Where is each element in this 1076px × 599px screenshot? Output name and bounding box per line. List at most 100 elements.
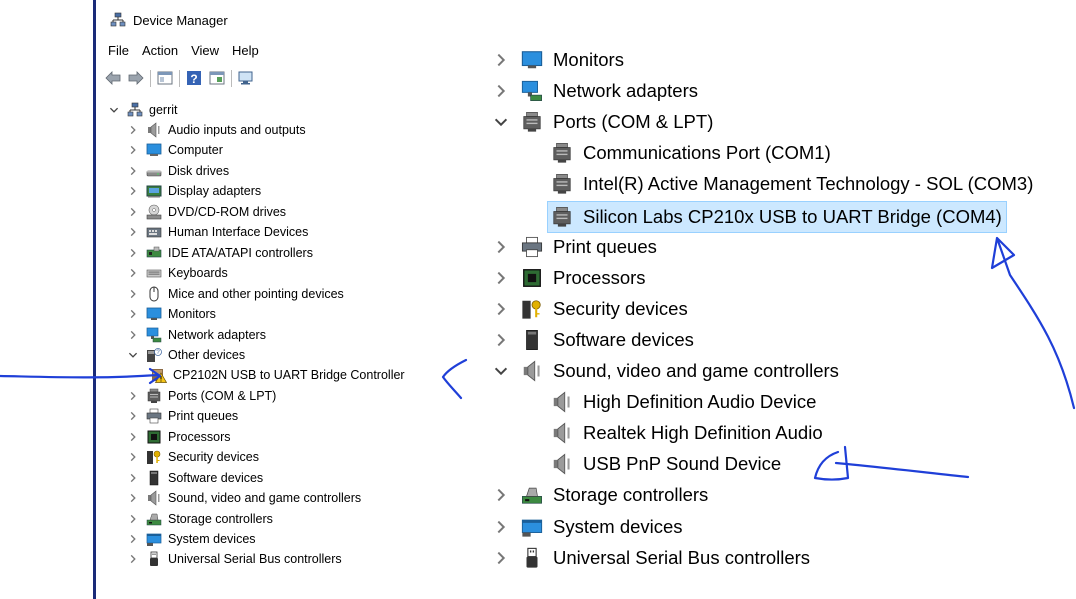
chevron-right-icon[interactable] <box>126 389 140 403</box>
tree-root-gerrit[interactable]: gerrit <box>107 100 177 120</box>
tree-child-intel-r-active-management-technology-sol-com3[interactable]: Intel(R) Active Management Technology - … <box>550 169 1033 199</box>
device-manager-icon <box>110 12 126 28</box>
tree-node-storage-controllers[interactable]: Storage controllers <box>126 509 273 529</box>
chevron-right-icon[interactable] <box>126 143 140 157</box>
tree-label: gerrit <box>149 103 178 117</box>
tree-node-other-devices[interactable]: Other devices <box>126 345 245 365</box>
menu-view[interactable]: View <box>191 43 219 58</box>
chevron-right-icon[interactable] <box>490 80 512 102</box>
chevron-right-icon[interactable] <box>126 307 140 321</box>
chevron-right-icon[interactable] <box>126 225 140 239</box>
chevron-right-icon[interactable] <box>490 267 512 289</box>
tree-node-print-queues[interactable]: Print queues <box>126 406 238 426</box>
tree-child-realtek-high-definition-audio[interactable]: Realtek High Definition Audio <box>550 418 823 448</box>
properties-icon[interactable] <box>208 70 226 86</box>
chevron-right-icon[interactable] <box>490 298 512 320</box>
tree-node-storage-controllers[interactable]: Storage controllers <box>490 480 708 510</box>
hid-icon <box>145 224 163 240</box>
tree-node-mice-and-other-pointing-devices[interactable]: Mice and other pointing devices <box>126 284 344 304</box>
tree-node-ide-ata-atapi-controllers[interactable]: IDE ATA/ATAPI controllers <box>126 243 313 263</box>
tree-child-silicon-labs-cp210x-usb-to-uart-bridge-com4[interactable]: Silicon Labs CP210x USB to UART Bridge (… <box>547 200 1007 233</box>
chevron-down-icon[interactable] <box>490 360 512 382</box>
tree-node-ports-com-lpt[interactable]: Ports (COM & LPT) <box>126 386 276 406</box>
tree-node-network-adapters[interactable]: Network adapters <box>126 325 266 345</box>
tree-node-software-devices[interactable]: Software devices <box>490 325 694 355</box>
chevron-right-icon[interactable] <box>126 450 140 464</box>
show-hide-console-tree-icon[interactable] <box>156 70 174 86</box>
tree-node-monitors[interactable]: Monitors <box>126 304 216 324</box>
tree-node-ports-com-lpt[interactable]: Ports (COM & LPT) <box>490 107 713 137</box>
tree-label: Keyboards <box>168 266 228 281</box>
tree-child-usb-pnp-sound-device[interactable]: USB PnP Sound Device <box>550 449 781 479</box>
software-device-icon <box>145 470 163 486</box>
annotation-arrow-com4 <box>990 236 1076 410</box>
tree-node-sound-video-and-game-controllers[interactable]: Sound, video and game controllers <box>126 488 361 508</box>
tree-node-computer[interactable]: Computer <box>126 140 223 160</box>
chevron-down-icon[interactable] <box>126 348 140 362</box>
tree-node-keyboards[interactable]: Keyboards <box>126 263 228 283</box>
menu-action[interactable]: Action <box>142 43 178 58</box>
chevron-right-icon[interactable] <box>126 266 140 280</box>
tree-node-security-devices[interactable]: Security devices <box>490 294 688 324</box>
chevron-right-icon[interactable] <box>126 287 140 301</box>
scan-hardware-icon[interactable] <box>237 70 255 86</box>
tree-node-audio-inputs-and-outputs[interactable]: Audio inputs and outputs <box>126 120 306 140</box>
tree-node-system-devices[interactable]: System devices <box>126 529 256 549</box>
chevron-right-icon[interactable] <box>126 430 140 444</box>
tree-node-monitors[interactable]: Monitors <box>490 45 624 75</box>
chevron-down-icon[interactable] <box>490 111 512 133</box>
tree-node-software-devices[interactable]: Software devices <box>126 468 263 488</box>
processor-icon <box>520 266 544 290</box>
menu-file[interactable]: File <box>108 43 129 58</box>
tree-node-display-adapters[interactable]: Display adapters <box>126 181 261 201</box>
tree-child-communications-port-com1[interactable]: Communications Port (COM1) <box>550 138 831 168</box>
port-icon <box>550 205 574 229</box>
tree-label: Security devices <box>168 450 260 465</box>
chevron-right-icon[interactable] <box>126 532 140 546</box>
forward-icon[interactable] <box>127 70 145 86</box>
tree-node-universal-serial-bus-controllers[interactable]: Universal Serial Bus controllers <box>490 543 810 573</box>
chevron-right-icon[interactable] <box>126 552 140 566</box>
chevron-right-icon[interactable] <box>490 236 512 258</box>
chevron-right-icon[interactable] <box>126 471 140 485</box>
chevron-right-icon[interactable] <box>126 491 140 505</box>
chevron-right-icon[interactable] <box>490 484 512 506</box>
help-icon[interactable]: ? <box>185 70 203 86</box>
tree-node-system-devices[interactable]: System devices <box>490 512 683 542</box>
tree-node-disk-drives[interactable]: Disk drives <box>126 161 229 181</box>
tree-node-processors[interactable]: Processors <box>490 263 646 293</box>
toolbar-separator <box>150 69 151 87</box>
chevron-right-icon[interactable] <box>126 246 140 260</box>
chevron-right-icon[interactable] <box>490 547 512 569</box>
chevron-right-icon[interactable] <box>126 512 140 526</box>
tree-node-human-interface-devices[interactable]: Human Interface Devices <box>126 222 308 242</box>
tree-label: Storage controllers <box>168 511 273 526</box>
back-icon[interactable] <box>104 70 122 86</box>
chevron-right-icon[interactable] <box>126 184 140 198</box>
chevron-right-icon[interactable] <box>126 205 140 219</box>
tree-child-high-definition-audio-device[interactable]: High Definition Audio Device <box>550 387 816 417</box>
tree-node-sound-video-and-game-controllers[interactable]: Sound, video and game controllers <box>490 356 839 386</box>
tree-node-security-devices[interactable]: Security devices <box>126 447 259 467</box>
tree-label: Monitors <box>553 49 624 70</box>
chevron-right-icon[interactable] <box>490 329 512 351</box>
tree-node-dvd-cd-rom-drives[interactable]: DVD/CD-ROM drives <box>126 202 286 222</box>
chevron-right-icon[interactable] <box>126 123 140 137</box>
chevron-down-icon[interactable] <box>107 103 121 117</box>
annotation-arrow-usb-sound <box>813 445 970 481</box>
tree-label: IDE ATA/ATAPI controllers <box>168 245 313 260</box>
chevron-right-icon[interactable] <box>490 49 512 71</box>
warning-device-icon <box>150 367 168 383</box>
menu-help[interactable]: Help <box>232 43 259 58</box>
chevron-right-icon[interactable] <box>126 409 140 423</box>
tree-child-cp2102n-usb-to-uart-bridge-controller[interactable]: CP2102N USB to UART Bridge Controller <box>150 365 405 385</box>
tree-node-network-adapters[interactable]: Network adapters <box>490 76 698 106</box>
chevron-right-icon[interactable] <box>490 516 512 538</box>
chevron-right-icon[interactable] <box>126 328 140 342</box>
speaker-icon <box>145 122 163 138</box>
chevron-right-icon[interactable] <box>126 164 140 178</box>
tree-node-universal-serial-bus-controllers[interactable]: Universal Serial Bus controllers <box>126 549 342 569</box>
tree-label: Computer <box>168 143 223 158</box>
tree-node-processors[interactable]: Processors <box>126 427 231 447</box>
tree-node-print-queues[interactable]: Print queues <box>490 232 657 262</box>
